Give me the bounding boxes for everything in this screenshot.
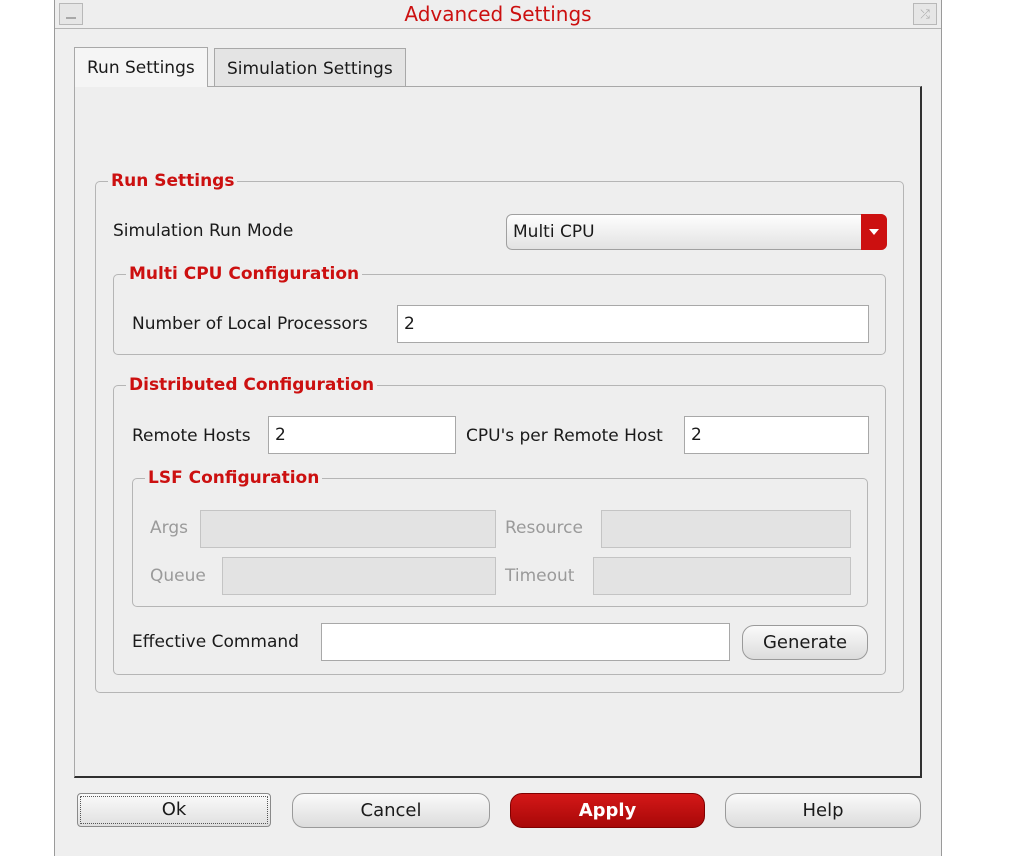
run-settings-group-title: Run Settings: [108, 170, 238, 192]
effective-command-input[interactable]: [321, 623, 730, 661]
close-icon[interactable]: ⤮: [913, 3, 937, 25]
cpus-per-host-label: CPU's per Remote Host: [466, 426, 663, 446]
tab-simulation-settings[interactable]: Simulation Settings: [214, 48, 406, 86]
lsf-timeout-input: [593, 557, 851, 595]
distributed-group-title: Distributed Configuration: [126, 374, 378, 396]
lsf-group-title: LSF Configuration: [145, 467, 323, 489]
cpus-per-host-input[interactable]: 2: [684, 416, 869, 454]
lsf-queue-label: Queue: [150, 566, 206, 586]
run-mode-select[interactable]: Multi CPU: [506, 214, 887, 250]
tab-run-settings[interactable]: Run Settings: [74, 47, 208, 87]
lsf-queue-input: [222, 557, 496, 595]
remote-hosts-label: Remote Hosts: [132, 426, 251, 446]
lsf-args-label: Args: [150, 518, 188, 538]
lsf-group: LSF Configuration Args Resource Queue Ti…: [132, 467, 868, 607]
multi-cpu-group: Multi CPU Configuration Number of Local …: [113, 263, 886, 355]
local-processors-label: Number of Local Processors: [132, 314, 368, 334]
chevron-down-icon[interactable]: [861, 214, 887, 250]
run-settings-group: Run Settings Simulation Run Mode Multi C…: [95, 170, 904, 693]
effective-command-label: Effective Command: [132, 632, 299, 652]
ok-button[interactable]: Ok: [77, 793, 271, 827]
title-bar: Advanced Settings ⤮: [55, 0, 941, 29]
generate-button[interactable]: Generate: [742, 625, 868, 660]
cancel-button[interactable]: Cancel: [292, 793, 490, 828]
apply-button[interactable]: Apply: [510, 793, 705, 828]
lsf-resource-input: [601, 510, 851, 548]
multi-cpu-group-title: Multi CPU Configuration: [126, 263, 363, 285]
lsf-resource-label: Resource: [505, 518, 583, 538]
run-mode-label: Simulation Run Mode: [113, 221, 294, 241]
lsf-timeout-label: Timeout: [505, 566, 575, 586]
local-processors-input[interactable]: 2: [397, 305, 869, 343]
tab-panel: Run Settings Simulation Run Mode Multi C…: [74, 86, 922, 778]
lsf-args-input: [200, 510, 496, 548]
advanced-settings-window: Advanced Settings ⤮ Run Settings Simulat…: [54, 0, 942, 856]
run-mode-value: Multi CPU: [513, 222, 595, 242]
window-title: Advanced Settings: [404, 2, 592, 26]
remote-hosts-input[interactable]: 2: [268, 416, 456, 454]
distributed-group: Distributed Configuration Remote Hosts 2…: [113, 374, 886, 675]
help-button[interactable]: Help: [725, 793, 921, 828]
